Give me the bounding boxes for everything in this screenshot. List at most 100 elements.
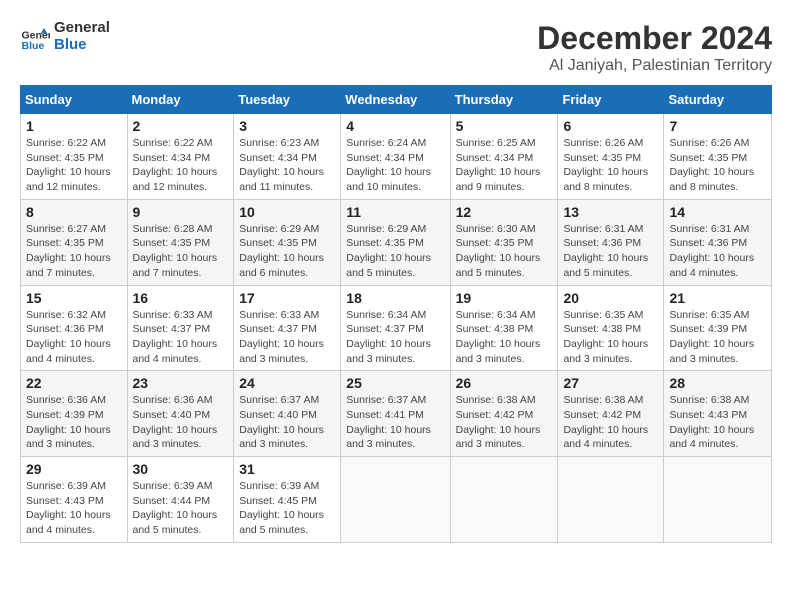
week-row-3: 15 Sunrise: 6:32 AM Sunset: 4:36 PM Dayli… (21, 285, 772, 371)
calendar-cell: 4 Sunrise: 6:24 AM Sunset: 4:34 PM Daylig… (341, 114, 450, 200)
day-info: Sunrise: 6:34 AM Sunset: 4:37 PM Dayligh… (346, 308, 444, 367)
day-info: Sunrise: 6:38 AM Sunset: 4:42 PM Dayligh… (456, 393, 553, 452)
column-header-wednesday: Wednesday (341, 86, 450, 114)
day-number: 8 (26, 204, 122, 220)
calendar-cell (664, 457, 772, 543)
day-number: 18 (346, 290, 444, 306)
week-row-4: 22 Sunrise: 6:36 AM Sunset: 4:39 PM Dayli… (21, 371, 772, 457)
calendar-cell: 2 Sunrise: 6:22 AM Sunset: 4:34 PM Daylig… (127, 114, 234, 200)
day-info: Sunrise: 6:36 AM Sunset: 4:40 PM Dayligh… (133, 393, 229, 452)
calendar-cell: 30 Sunrise: 6:39 AM Sunset: 4:44 PM Dayli… (127, 457, 234, 543)
day-number: 7 (669, 118, 766, 134)
calendar-cell: 23 Sunrise: 6:36 AM Sunset: 4:40 PM Dayli… (127, 371, 234, 457)
day-info: Sunrise: 6:31 AM Sunset: 4:36 PM Dayligh… (669, 222, 766, 281)
logo-icon: General Blue (20, 22, 50, 52)
day-number: 29 (26, 461, 122, 477)
header: General Blue General Blue December 2024 … (20, 20, 772, 75)
day-number: 23 (133, 375, 229, 391)
column-header-sunday: Sunday (21, 86, 128, 114)
calendar-cell: 15 Sunrise: 6:32 AM Sunset: 4:36 PM Dayli… (21, 285, 128, 371)
day-info: Sunrise: 6:33 AM Sunset: 4:37 PM Dayligh… (133, 308, 229, 367)
day-info: Sunrise: 6:24 AM Sunset: 4:34 PM Dayligh… (346, 136, 444, 195)
day-info: Sunrise: 6:39 AM Sunset: 4:45 PM Dayligh… (239, 479, 335, 538)
day-info: Sunrise: 6:26 AM Sunset: 4:35 PM Dayligh… (563, 136, 658, 195)
week-row-5: 29Sunrise: 6:39 AM Sunset: 4:43 PM Dayli… (21, 457, 772, 543)
day-number: 27 (563, 375, 658, 391)
column-header-tuesday: Tuesday (234, 86, 341, 114)
location-subtitle: Al Janiyah, Palestinian Territory (537, 57, 772, 75)
day-number: 5 (456, 118, 553, 134)
day-info: Sunrise: 6:39 AM Sunset: 4:44 PM Dayligh… (133, 479, 229, 538)
day-info: Sunrise: 6:38 AM Sunset: 4:43 PM Dayligh… (669, 393, 766, 452)
day-info: Sunrise: 6:25 AM Sunset: 4:34 PM Dayligh… (456, 136, 553, 195)
calendar-cell: 13 Sunrise: 6:31 AM Sunset: 4:36 PM Dayli… (558, 199, 664, 285)
day-number: 30 (133, 461, 229, 477)
day-number: 17 (239, 290, 335, 306)
calendar-table: SundayMondayTuesdayWednesdayThursdayFrid… (20, 85, 772, 543)
day-info: Sunrise: 6:37 AM Sunset: 4:40 PM Dayligh… (239, 393, 335, 452)
day-number: 15 (26, 290, 122, 306)
day-info: Sunrise: 6:23 AM Sunset: 4:34 PM Dayligh… (239, 136, 335, 195)
day-number: 9 (133, 204, 229, 220)
day-number: 20 (563, 290, 658, 306)
day-info: Sunrise: 6:31 AM Sunset: 4:36 PM Dayligh… (563, 222, 658, 281)
calendar-cell: 8 Sunrise: 6:27 AM Sunset: 4:35 PM Daylig… (21, 199, 128, 285)
calendar-cell: 11 Sunrise: 6:29 AM Sunset: 4:35 PM Dayli… (341, 199, 450, 285)
calendar-cell: 3 Sunrise: 6:23 AM Sunset: 4:34 PM Daylig… (234, 114, 341, 200)
day-number: 3 (239, 118, 335, 134)
column-header-thursday: Thursday (450, 86, 558, 114)
day-number: 1 (26, 118, 122, 134)
day-number: 4 (346, 118, 444, 134)
day-info: Sunrise: 6:22 AM Sunset: 4:35 PM Dayligh… (26, 136, 122, 195)
day-number: 10 (239, 204, 335, 220)
calendar-cell: 6Sunrise: 6:26 AM Sunset: 4:35 PM Daylig… (558, 114, 664, 200)
week-row-2: 8 Sunrise: 6:27 AM Sunset: 4:35 PM Daylig… (21, 199, 772, 285)
day-number: 2 (133, 118, 229, 134)
calendar-cell (558, 457, 664, 543)
calendar-cell: 12Sunrise: 6:30 AM Sunset: 4:35 PM Dayli… (450, 199, 558, 285)
calendar-cell: 22 Sunrise: 6:36 AM Sunset: 4:39 PM Dayli… (21, 371, 128, 457)
day-info: Sunrise: 6:22 AM Sunset: 4:34 PM Dayligh… (133, 136, 229, 195)
column-header-saturday: Saturday (664, 86, 772, 114)
calendar-cell (341, 457, 450, 543)
day-info: Sunrise: 6:38 AM Sunset: 4:42 PM Dayligh… (563, 393, 658, 452)
calendar-cell: 16Sunrise: 6:33 AM Sunset: 4:37 PM Dayli… (127, 285, 234, 371)
day-info: Sunrise: 6:34 AM Sunset: 4:38 PM Dayligh… (456, 308, 553, 367)
day-info: Sunrise: 6:29 AM Sunset: 4:35 PM Dayligh… (239, 222, 335, 281)
day-info: Sunrise: 6:28 AM Sunset: 4:35 PM Dayligh… (133, 222, 229, 281)
column-header-monday: Monday (127, 86, 234, 114)
day-info: Sunrise: 6:35 AM Sunset: 4:39 PM Dayligh… (669, 308, 766, 367)
calendar-cell: 31 Sunrise: 6:39 AM Sunset: 4:45 PM Dayli… (234, 457, 341, 543)
calendar-cell: 26 Sunrise: 6:38 AM Sunset: 4:42 PM Dayli… (450, 371, 558, 457)
day-number: 21 (669, 290, 766, 306)
calendar-cell: 9 Sunrise: 6:28 AM Sunset: 4:35 PM Daylig… (127, 199, 234, 285)
month-title: December 2024 (537, 20, 772, 57)
day-number: 26 (456, 375, 553, 391)
day-number: 31 (239, 461, 335, 477)
calendar-cell (450, 457, 558, 543)
day-number: 11 (346, 204, 444, 220)
week-row-1: 1 Sunrise: 6:22 AM Sunset: 4:35 PM Daylig… (21, 114, 772, 200)
day-info: Sunrise: 6:29 AM Sunset: 4:35 PM Dayligh… (346, 222, 444, 281)
logo: General Blue General Blue (20, 20, 110, 53)
calendar-cell: 28Sunrise: 6:38 AM Sunset: 4:43 PM Dayli… (664, 371, 772, 457)
calendar-cell: 17Sunrise: 6:33 AM Sunset: 4:37 PM Dayli… (234, 285, 341, 371)
day-number: 22 (26, 375, 122, 391)
column-header-friday: Friday (558, 86, 664, 114)
day-number: 19 (456, 290, 553, 306)
day-info: Sunrise: 6:32 AM Sunset: 4:36 PM Dayligh… (26, 308, 122, 367)
title-section: December 2024 Al Janiyah, Palestinian Te… (537, 20, 772, 75)
day-info: Sunrise: 6:35 AM Sunset: 4:38 PM Dayligh… (563, 308, 658, 367)
calendar-cell: 14Sunrise: 6:31 AM Sunset: 4:36 PM Dayli… (664, 199, 772, 285)
calendar-cell: 29Sunrise: 6:39 AM Sunset: 4:43 PM Dayli… (21, 457, 128, 543)
calendar-cell: 5 Sunrise: 6:25 AM Sunset: 4:34 PM Daylig… (450, 114, 558, 200)
calendar-cell: 18 Sunrise: 6:34 AM Sunset: 4:37 PM Dayli… (341, 285, 450, 371)
day-info: Sunrise: 6:27 AM Sunset: 4:35 PM Dayligh… (26, 222, 122, 281)
calendar-cell: 19 Sunrise: 6:34 AM Sunset: 4:38 PM Dayli… (450, 285, 558, 371)
calendar-cell: 20 Sunrise: 6:35 AM Sunset: 4:38 PM Dayli… (558, 285, 664, 371)
calendar-cell: 1 Sunrise: 6:22 AM Sunset: 4:35 PM Daylig… (21, 114, 128, 200)
calendar-cell: 21 Sunrise: 6:35 AM Sunset: 4:39 PM Dayli… (664, 285, 772, 371)
day-info: Sunrise: 6:26 AM Sunset: 4:35 PM Dayligh… (669, 136, 766, 195)
day-info: Sunrise: 6:36 AM Sunset: 4:39 PM Dayligh… (26, 393, 122, 452)
day-number: 13 (563, 204, 658, 220)
